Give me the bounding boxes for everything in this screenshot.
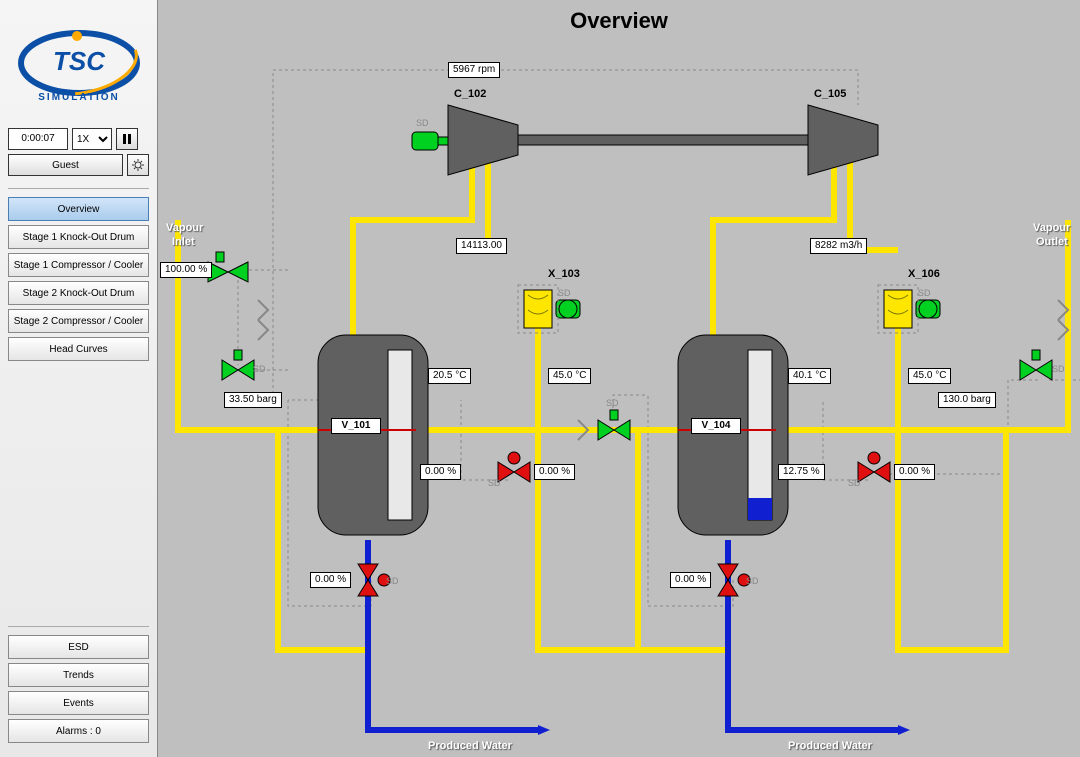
tsc-logo: TSC SIMULATION — [9, 18, 149, 108]
tag-mass1[interactable]: 14113.00 — [456, 238, 507, 254]
shaft — [518, 135, 808, 145]
pause-icon — [123, 134, 131, 144]
settings-button[interactable] — [127, 154, 149, 176]
tag-t-v104[interactable]: 40.1 °C — [788, 368, 831, 384]
tag-vol2[interactable]: 8282 m3/h — [810, 238, 867, 254]
valve-inlet[interactable] — [208, 252, 248, 282]
valve-middle[interactable] — [598, 410, 630, 440]
tag-lvl-v101[interactable]: 0.00 % — [420, 464, 461, 480]
label-vapour-outlet-1: Vapour — [1033, 222, 1070, 234]
nav-events[interactable]: Events — [8, 691, 149, 715]
nav-stage1-ko[interactable]: Stage 1 Knock-Out Drum — [8, 225, 149, 249]
tagplate-v101: V_101 — [331, 418, 381, 434]
sd-outlet: SD — [1052, 364, 1065, 374]
tag-lvl-v104[interactable]: 12.75 % — [778, 464, 825, 480]
svg-text:TSC: TSC — [53, 46, 106, 76]
drum-v104 — [678, 335, 788, 535]
tag-lvl-x103[interactable]: 0.00 % — [534, 464, 575, 480]
nav-alarms[interactable]: Alarms : 0 — [8, 719, 149, 743]
label-vapour-inlet-2: Inlet — [172, 236, 195, 248]
tag-rpm[interactable]: 5967 rpm — [448, 62, 500, 78]
sd-x103: SD — [558, 288, 571, 298]
cooler-x103 — [518, 285, 558, 333]
motor-x103 — [556, 300, 580, 318]
tag-inlet-pct[interactable]: 100.00 % — [160, 262, 212, 278]
nav-overview[interactable]: Overview — [8, 197, 149, 221]
nav-head-curves[interactable]: Head Curves — [8, 337, 149, 361]
user-button[interactable]: Guest — [8, 154, 123, 176]
tag-barg1[interactable]: 33.50 barg — [224, 392, 282, 408]
tag-drain2[interactable]: 0.00 % — [670, 572, 711, 588]
sim-time: 0:00:07 — [8, 128, 68, 150]
sd-drain2: SD — [746, 576, 759, 586]
nav-stage1-cc[interactable]: Stage 1 Compressor / Cooler — [8, 253, 149, 277]
motor-c102 — [412, 132, 448, 150]
tag-lvl-x106[interactable]: 0.00 % — [894, 464, 935, 480]
svg-text:SIMULATION: SIMULATION — [38, 92, 119, 103]
label-vapour-inlet-1: Vapour — [166, 222, 203, 234]
process-canvas: Overview — [158, 0, 1080, 757]
drum-v101 — [318, 335, 428, 535]
tagplate-v104: V_104 — [691, 418, 741, 434]
motor-x106 — [916, 300, 940, 318]
gear-icon — [131, 158, 145, 172]
label-pw1: Produced Water — [428, 740, 512, 752]
label-pw2: Produced Water — [788, 740, 872, 752]
label-vapour-outlet-2: Outlet — [1036, 236, 1068, 248]
tag-t-v101[interactable]: 20.5 °C — [428, 368, 471, 384]
sd-c102: SD — [416, 118, 429, 128]
sidebar: TSC SIMULATION 0:00:07 1X Guest Overview… — [0, 0, 158, 757]
nav-stage2-cc[interactable]: Stage 2 Compressor / Cooler — [8, 309, 149, 333]
tag-barg2[interactable]: 130.0 barg — [938, 392, 996, 408]
cooler-x106 — [878, 285, 918, 333]
sd-middle: SD — [606, 398, 619, 408]
compressor-c105 — [808, 105, 878, 175]
valve-outlet[interactable] — [1020, 350, 1052, 380]
label-c102: C_102 — [454, 88, 486, 100]
sd-cv-x103: SD — [488, 478, 501, 488]
speed-select[interactable]: 1X — [72, 128, 112, 150]
nav-esd[interactable]: ESD — [8, 635, 149, 659]
tag-drain1[interactable]: 0.00 % — [310, 572, 351, 588]
label-c105: C_105 — [814, 88, 846, 100]
sd-cv-x106: SD — [848, 478, 861, 488]
label-x103: X_103 — [548, 268, 580, 280]
label-x106: X_106 — [908, 268, 940, 280]
cv-x106[interactable] — [858, 452, 890, 482]
nav-stage2-ko[interactable]: Stage 2 Knock-Out Drum — [8, 281, 149, 305]
tag-t-x103[interactable]: 45.0 °C — [548, 368, 591, 384]
pause-button[interactable] — [116, 128, 138, 150]
compressor-c102 — [448, 105, 518, 175]
tag-t-x106[interactable]: 45.0 °C — [908, 368, 951, 384]
nav-trends[interactable]: Trends — [8, 663, 149, 687]
sd-x106: SD — [918, 288, 931, 298]
cv-x103[interactable] — [498, 452, 530, 482]
sd-drain1: SD — [386, 576, 399, 586]
sd-iso-left: SD — [253, 364, 266, 374]
